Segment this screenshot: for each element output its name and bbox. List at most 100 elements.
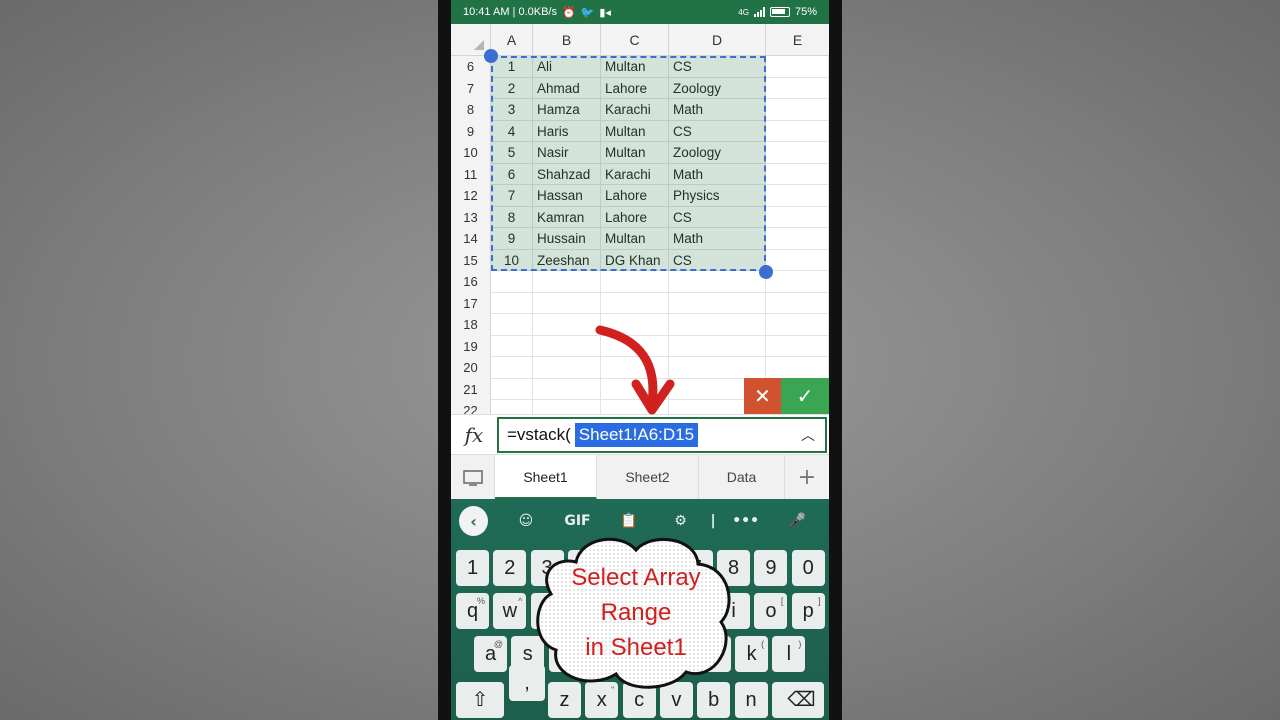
cell-a[interactable]: 7 bbox=[491, 185, 533, 207]
fx-icon[interactable]: fx bbox=[451, 415, 497, 455]
gif-button[interactable]: GIF bbox=[552, 513, 604, 529]
cell-e[interactable] bbox=[766, 77, 829, 99]
shift-key[interactable]: ⇧ bbox=[456, 682, 504, 718]
key-a[interactable]: a @ bbox=[474, 636, 507, 672]
cell-d[interactable]: CS bbox=[669, 56, 766, 78]
cell-e[interactable] bbox=[766, 99, 829, 121]
cell-b[interactable]: Kamran bbox=[533, 206, 601, 228]
cell-b[interactable] bbox=[533, 271, 601, 293]
row-header[interactable]: 21 bbox=[451, 378, 491, 400]
cell-b[interactable]: Shahzad bbox=[533, 163, 601, 185]
cell-d[interactable]: Math bbox=[669, 163, 766, 185]
cell-b[interactable]: Nasir bbox=[533, 142, 601, 164]
add-sheet-button[interactable]: + bbox=[785, 455, 829, 499]
cell-c[interactable]: Lahore bbox=[601, 206, 669, 228]
cell-b[interactable]: Hamza bbox=[533, 99, 601, 121]
row-header[interactable]: 17 bbox=[451, 292, 491, 314]
row-header[interactable]: 10 bbox=[451, 142, 491, 164]
cell-e[interactable] bbox=[766, 120, 829, 142]
cell-a[interactable]: 9 bbox=[491, 228, 533, 250]
column-header-c[interactable]: C bbox=[601, 24, 669, 56]
cell-e[interactable] bbox=[766, 271, 829, 293]
cell-d[interactable]: CS bbox=[669, 249, 766, 271]
cell-c[interactable]: Multan bbox=[601, 120, 669, 142]
cell-a[interactable]: 3 bbox=[491, 99, 533, 121]
key-q[interactable]: q% bbox=[456, 593, 489, 629]
key-1[interactable]: 1 bbox=[456, 550, 489, 586]
cell-d[interactable]: CS bbox=[669, 120, 766, 142]
key-k[interactable]: k( bbox=[735, 636, 769, 672]
cell-c[interactable]: Karachi bbox=[601, 163, 669, 185]
cell-e[interactable] bbox=[766, 314, 829, 336]
row-header[interactable]: 16 bbox=[451, 271, 491, 293]
cell-a[interactable]: 6 bbox=[491, 163, 533, 185]
microphone-icon[interactable]: 🎤 bbox=[771, 513, 823, 529]
key-w[interactable]: w ^ bbox=[493, 593, 527, 629]
row-header[interactable]: 12 bbox=[451, 185, 491, 207]
tab-data[interactable]: Data bbox=[699, 455, 785, 500]
backspace-key[interactable]: ⌫ bbox=[779, 682, 824, 718]
cell-d[interactable]: Zoology bbox=[669, 77, 766, 99]
cancel-formula-button[interactable]: ✕ bbox=[744, 378, 781, 414]
cell-d[interactable] bbox=[669, 271, 766, 293]
cell-a[interactable]: 5 bbox=[491, 142, 533, 164]
accept-formula-button[interactable]: ✓ bbox=[781, 378, 829, 414]
cell-b[interactable]: Haris bbox=[533, 120, 601, 142]
cell-e[interactable] bbox=[766, 56, 829, 78]
column-header-e[interactable]: E bbox=[766, 24, 829, 56]
column-header-d[interactable]: D bbox=[669, 24, 766, 56]
cell-a[interactable] bbox=[491, 357, 533, 379]
cell-c[interactable]: Multan bbox=[601, 228, 669, 250]
row-header[interactable]: 22 bbox=[451, 400, 491, 414]
cell-a[interactable] bbox=[491, 292, 533, 314]
key-p[interactable]: p] bbox=[791, 593, 825, 629]
key-9[interactable]: 9 bbox=[754, 550, 788, 586]
cell-a[interactable]: 10 bbox=[491, 249, 533, 271]
key-n[interactable]: n bbox=[734, 682, 768, 718]
column-header-a[interactable]: A bbox=[491, 24, 533, 56]
row-header[interactable]: 19 bbox=[451, 335, 491, 357]
cell-d[interactable]: Zoology bbox=[669, 142, 766, 164]
cell-b[interactable]: Hussain bbox=[533, 228, 601, 250]
sticker-icon[interactable]: ☺ bbox=[500, 513, 552, 529]
formula-input[interactable]: =vstack( Sheet1!A6:D15 ︿ bbox=[497, 417, 827, 453]
cell-a[interactable] bbox=[491, 314, 533, 336]
row-header[interactable]: 15 bbox=[451, 249, 491, 271]
cell-a[interactable]: 2 bbox=[491, 77, 533, 99]
chevron-up-icon[interactable]: ︿ bbox=[801, 425, 815, 445]
cell-c[interactable] bbox=[601, 271, 669, 293]
more-icon[interactable]: ••• bbox=[720, 513, 772, 529]
cell-d[interactable]: CS bbox=[669, 206, 766, 228]
row-header[interactable]: 18 bbox=[451, 314, 491, 336]
row-header[interactable]: 14 bbox=[451, 228, 491, 250]
back-chevron-icon[interactable]: ‹ bbox=[459, 506, 489, 536]
cell-a[interactable]: 8 bbox=[491, 206, 533, 228]
row-header[interactable]: 7 bbox=[451, 77, 491, 99]
cell-b[interactable]: Hassan bbox=[533, 185, 601, 207]
cell-e[interactable] bbox=[766, 206, 829, 228]
cell-d[interactable]: Math bbox=[669, 99, 766, 121]
key-o[interactable]: o[ bbox=[754, 593, 788, 629]
sheet-view-icon[interactable] bbox=[451, 455, 495, 500]
tab-sheet2[interactable]: Sheet2 bbox=[597, 455, 699, 500]
cell-a[interactable] bbox=[491, 378, 533, 400]
key-0[interactable]: 0 bbox=[791, 550, 825, 586]
cell-a[interactable] bbox=[491, 271, 533, 293]
cell-c[interactable]: DG Khan bbox=[601, 249, 669, 271]
row-header[interactable]: 13 bbox=[451, 206, 491, 228]
cell-a[interactable] bbox=[491, 335, 533, 357]
selection-handle-top-left[interactable] bbox=[484, 49, 498, 63]
clipboard-icon[interactable]: 📋 bbox=[603, 513, 655, 529]
cell-e[interactable] bbox=[766, 228, 829, 250]
key-l[interactable]: l) bbox=[772, 636, 806, 672]
cell-c[interactable]: Multan bbox=[601, 56, 669, 78]
cell-d[interactable] bbox=[669, 292, 766, 314]
cell-a[interactable]: 4 bbox=[491, 120, 533, 142]
cell-a[interactable]: 1 bbox=[491, 56, 533, 78]
cell-e[interactable] bbox=[766, 335, 829, 357]
cell-c[interactable]: Karachi bbox=[601, 99, 669, 121]
selection-handle-bottom-right[interactable] bbox=[759, 265, 773, 279]
row-header[interactable]: 20 bbox=[451, 357, 491, 379]
cell-c[interactable] bbox=[601, 292, 669, 314]
cell-b[interactable]: Ahmad bbox=[533, 77, 601, 99]
